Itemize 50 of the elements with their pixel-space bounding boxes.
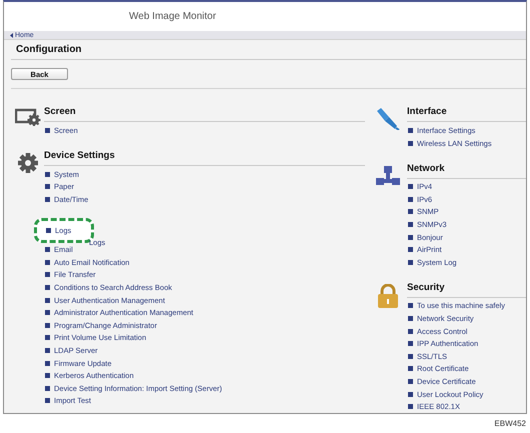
bullet-icon	[45, 247, 50, 252]
bullet-icon	[45, 348, 50, 354]
bullet-icon	[408, 222, 413, 228]
bullet-icon	[408, 128, 413, 134]
section-heading: Interface	[407, 106, 526, 122]
bullet-icon	[408, 366, 413, 372]
bullet-icon	[408, 392, 413, 397]
padlock-icon	[377, 284, 399, 308]
bullet-icon	[408, 341, 413, 346]
bullet-icon	[45, 128, 50, 134]
bullet-icon	[45, 398, 50, 404]
section-heading: Device Settings	[44, 150, 365, 166]
bullet-icon	[45, 360, 50, 366]
bullet-icon	[45, 373, 50, 378]
bullet-icon	[408, 196, 413, 202]
bullet-icon	[45, 184, 50, 190]
gear-icon	[16, 152, 38, 174]
bullet-icon	[45, 298, 50, 303]
bullet-icon	[45, 386, 50, 391]
bullet-icon	[408, 303, 413, 308]
section-heading: Security	[407, 282, 526, 298]
bullet-icon	[45, 285, 50, 290]
bullet-icon	[45, 172, 50, 177]
bullet-icon	[408, 316, 413, 322]
bullet-icon	[46, 228, 51, 234]
bullet-icon	[45, 322, 50, 328]
back-caret-icon	[10, 32, 13, 38]
bullet-icon	[408, 379, 413, 384]
bullet-icon	[45, 310, 50, 316]
bullet-icon	[408, 328, 413, 334]
bullet-icon	[408, 184, 413, 190]
bullet-icon	[408, 140, 413, 146]
bullet-icon	[408, 260, 413, 265]
bullet-icon	[408, 354, 413, 359]
page-title: Configuration	[16, 44, 82, 55]
bullet-icon	[408, 247, 413, 252]
bullet-icon	[408, 209, 413, 214]
bullet-icon	[45, 260, 50, 265]
monitor-gear-icon	[14, 108, 40, 126]
bullet-icon	[45, 335, 50, 340]
cable-icon	[376, 108, 400, 130]
bullet-icon	[45, 196, 50, 202]
bullet-icon	[408, 404, 413, 410]
network-icon	[376, 164, 400, 186]
section-heading: Screen	[44, 106, 365, 122]
bullet-icon	[45, 272, 50, 278]
bullet-icon	[408, 234, 413, 240]
section-heading: Network	[407, 162, 526, 178]
window-title: Web Image Monitor	[129, 11, 216, 22]
figure-code: EBW452	[493, 418, 527, 428]
